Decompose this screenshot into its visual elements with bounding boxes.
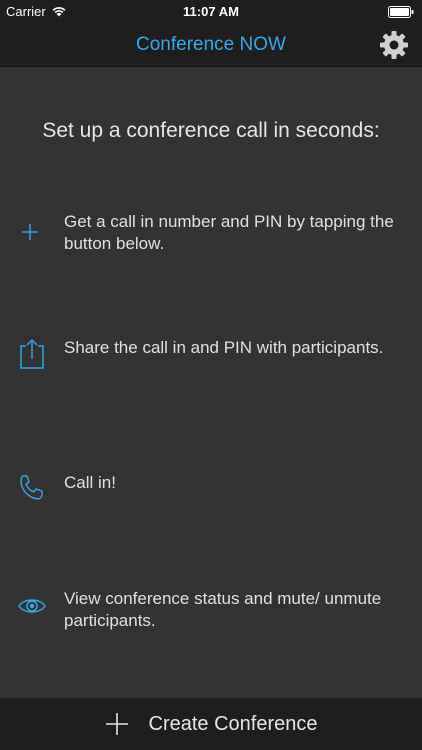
status-bar: Carrier 11:07 AM [0,0,422,24]
eye-icon [18,599,46,613]
battery-icon [388,6,414,18]
step-share: Share the call in and PIN with participa… [16,337,406,369]
gear-icon[interactable] [378,29,410,61]
step-text: Share the call in and PIN with participa… [64,338,384,357]
step-view-status: View conference status and mute/ unmute … [16,588,406,632]
status-time: 11:07 AM [183,4,239,19]
nav-bar: Conference NOW [0,24,422,67]
step-text: Get a call in number and PIN by tapping … [64,212,394,253]
create-conference-label: Create Conference [148,712,318,735]
instructions-headline: Set up a conference call in seconds: [42,119,380,142]
step-text: Call in! [64,473,116,492]
share-icon [20,339,44,369]
step-text: View conference status and mute/ unmute … [64,589,382,630]
app-screen: Carrier 11:07 AM Conference NOW Set up a… [0,0,422,750]
create-conference-button[interactable]: Create Conference [0,698,422,750]
phone-icon [20,475,43,500]
plus-icon [22,224,38,240]
step-call-in: Call in! [16,472,406,504]
plus-icon [105,713,128,735]
page-title: Conference NOW [136,34,286,55]
step-get-number: Get a call in number and PIN by tapping … [16,211,406,255]
